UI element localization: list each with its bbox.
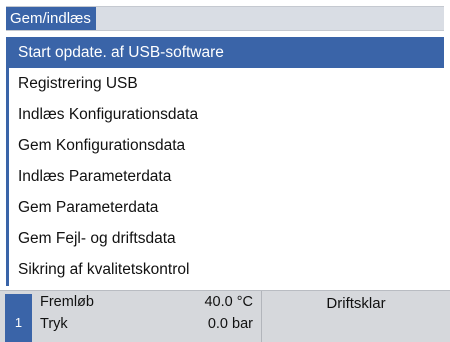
menu-item-quality-control-backup[interactable]: Sikring af kvalitetskontrol bbox=[9, 254, 444, 285]
reading-pressure: Tryk 0.0 bar bbox=[40, 316, 255, 336]
reading-label: Fremløb bbox=[40, 294, 94, 310]
operating-state: Driftsklar bbox=[326, 295, 386, 312]
save-load-menu: Start opdate. af USB-software Registreri… bbox=[6, 37, 444, 286]
channel-number: 1 bbox=[14, 315, 23, 330]
title-bar: Gem/indlæs bbox=[6, 6, 444, 31]
title-strip: Gem/indlæs bbox=[0, 0, 450, 36]
reading-label: Tryk bbox=[40, 316, 68, 332]
operating-state-panel: Driftsklar bbox=[262, 291, 450, 342]
menu-item-usb-registration[interactable]: Registrering USB bbox=[9, 68, 444, 99]
menu-item-save-error-operating-data[interactable]: Gem Fejl- og driftsdata bbox=[9, 223, 444, 254]
menu-item-load-parameter-data[interactable]: Indlæs Parameterdata bbox=[9, 161, 444, 192]
menu-item-save-parameter-data[interactable]: Gem Parameterdata bbox=[9, 192, 444, 223]
status-bar: 1 Fremløb 40.0 °C Tryk 0.0 bar Driftskla… bbox=[0, 290, 450, 342]
reading-flow: Fremløb 40.0 °C bbox=[40, 294, 255, 314]
channel-indicator: 1 bbox=[5, 294, 32, 342]
reading-value: 0.0 bar bbox=[207, 316, 253, 332]
screen: Gem/indlæs Start opdate. af USB-software… bbox=[0, 0, 450, 342]
menu-item-start-usb-software-update[interactable]: Start opdate. af USB-software bbox=[6, 37, 444, 68]
window-title: Gem/indlæs bbox=[6, 7, 96, 30]
menu-item-load-configuration-data[interactable]: Indlæs Konfigurationsdata bbox=[9, 99, 444, 130]
reading-value: 40.0 °C bbox=[204, 294, 253, 310]
menu-item-save-configuration-data[interactable]: Gem Konfigurationsdata bbox=[9, 130, 444, 161]
